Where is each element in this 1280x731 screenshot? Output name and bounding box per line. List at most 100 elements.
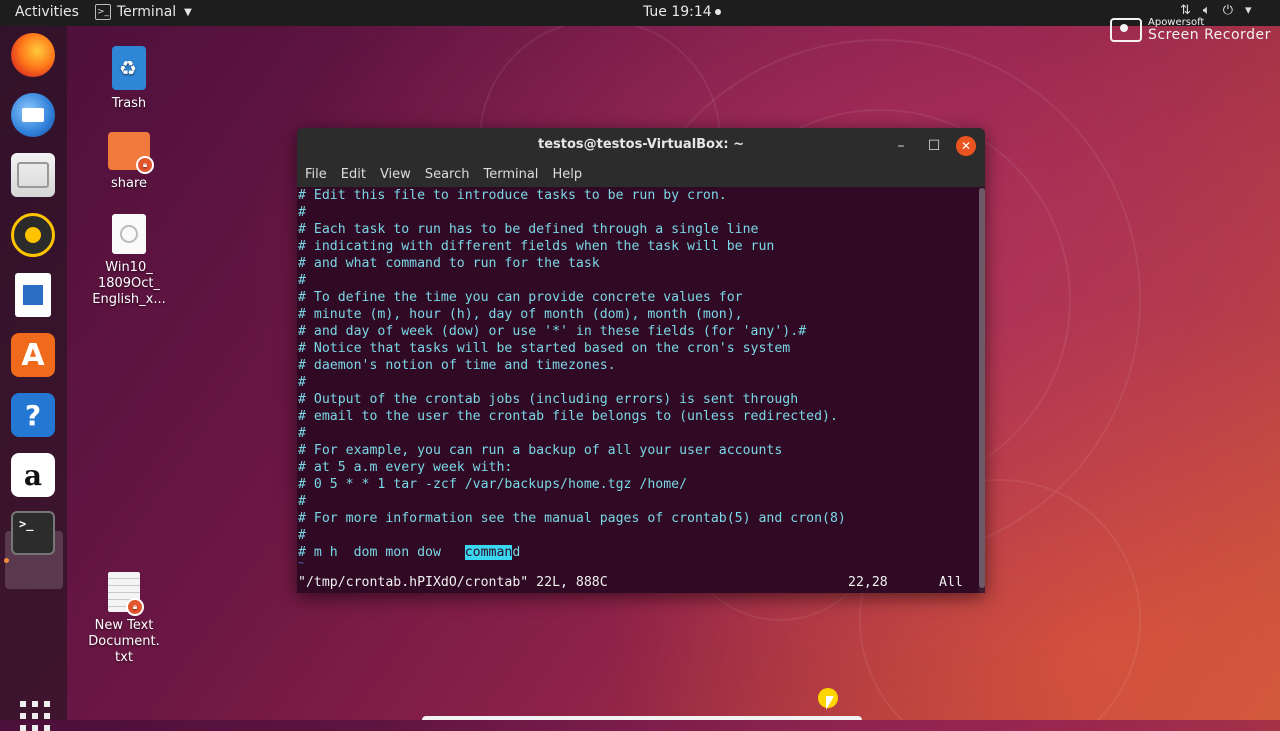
term-line: # For example, you can run a backup of a… bbox=[298, 443, 783, 458]
term-line: # daemon's notion of time and timezones. bbox=[298, 358, 616, 373]
menu-search[interactable]: Search bbox=[425, 163, 478, 187]
term-line: # minute (m), hour (h), day of month (do… bbox=[298, 307, 743, 322]
music-icon bbox=[11, 213, 55, 257]
maximize-icon: ☐ bbox=[927, 138, 941, 154]
dock-thunderbird[interactable] bbox=[11, 93, 57, 139]
vim-status-position: 22,28 bbox=[848, 575, 888, 590]
term-line: # bbox=[298, 494, 306, 509]
caret-down-icon: ▼ bbox=[184, 6, 192, 18]
dock-writer[interactable] bbox=[11, 273, 57, 319]
term-line: # and day of week (dow) or use '*' in th… bbox=[298, 324, 807, 339]
disc-image-icon bbox=[112, 214, 146, 254]
menu-view[interactable]: View bbox=[380, 163, 419, 187]
term-line: # bbox=[298, 528, 306, 543]
term-line: # email to the user the crontab file bel… bbox=[298, 409, 838, 424]
dock: A ? a >_ bbox=[0, 26, 67, 731]
clock[interactable]: Tue 19:14 bbox=[643, 4, 721, 20]
term-line: # For more information see the manual pa… bbox=[298, 511, 846, 526]
desktop-share-folder[interactable]: 🔒︎ share bbox=[84, 128, 174, 192]
minimize-icon: – bbox=[897, 138, 905, 154]
app-menu[interactable]: >_ Terminal ▼ bbox=[95, 4, 192, 20]
power-icon: ⏻ bbox=[1222, 3, 1234, 18]
close-button[interactable]: ✕ bbox=[956, 136, 976, 156]
terminal-scrollbar[interactable] bbox=[979, 188, 985, 593]
desktop-trash[interactable]: Trash bbox=[84, 46, 174, 112]
desktop-textdoc-label-3: txt bbox=[115, 650, 133, 665]
volume-icon: 🔈︎ bbox=[1202, 3, 1211, 18]
term-line: # bbox=[298, 375, 306, 390]
menu-file[interactable]: File bbox=[305, 163, 335, 187]
trash-icon bbox=[112, 46, 146, 90]
maximize-button[interactable]: ☐ bbox=[924, 136, 944, 156]
terminal-text-area[interactable]: # Edit this file to introduce tasks to b… bbox=[297, 187, 977, 593]
recorder-watermark: Apowersoft Screen Recorder bbox=[1110, 18, 1271, 42]
dock-terminal[interactable]: >_ bbox=[11, 511, 57, 557]
terminal-window[interactable]: testos@testos-VirtualBox: ~ – ☐ ✕ File E… bbox=[297, 128, 985, 593]
desktop-share-label: share bbox=[110, 176, 148, 191]
term-line: # bbox=[298, 205, 306, 220]
term-line: # Edit this file to introduce tasks to b… bbox=[298, 188, 727, 203]
dock-files[interactable] bbox=[11, 153, 57, 199]
desktop-textdoc-label-1: New Text bbox=[94, 618, 154, 633]
term-line: # indicating with different fields when … bbox=[298, 239, 775, 254]
amazon-icon: a bbox=[11, 453, 55, 497]
menu-terminal[interactable]: Terminal bbox=[483, 163, 546, 187]
desktop-iso-label-2: 1809Oct_ bbox=[97, 276, 161, 291]
window-titlebar[interactable]: testos@testos-VirtualBox: ~ – ☐ ✕ bbox=[297, 128, 985, 163]
cron-header-suffix: d bbox=[512, 545, 521, 560]
document-icon bbox=[15, 273, 51, 317]
term-line: # Each task to run has to be defined thr… bbox=[298, 222, 759, 237]
terminal-menubar: File Edit View Search Terminal Help bbox=[297, 163, 985, 187]
system-tray[interactable]: ⇅ 🔈︎ ⏻ ▾ bbox=[1180, 3, 1252, 18]
cron-header-prefix: # m h dom mon dow bbox=[298, 545, 465, 560]
dock-rhythmbox[interactable] bbox=[11, 213, 57, 259]
terminal-app-icon: >_ bbox=[95, 4, 111, 20]
close-icon: ✕ bbox=[960, 139, 972, 153]
running-indicator-icon bbox=[4, 558, 9, 563]
term-line: # Output of the crontab jobs (including … bbox=[298, 392, 799, 407]
network-icon: ⇅ bbox=[1180, 3, 1191, 18]
term-line-cron-header: # m h dom mon dow command bbox=[298, 544, 520, 561]
text-file-icon: 🔒︎ bbox=[108, 572, 144, 616]
minimize-button[interactable]: – bbox=[891, 136, 911, 156]
desktop-text-document[interactable]: 🔒︎ New Text Document. txt bbox=[79, 572, 169, 666]
top-bar: Activities >_ Terminal ▼ Tue 19:14 ⇅ 🔈︎ … bbox=[0, 0, 1280, 26]
term-line: # bbox=[298, 273, 306, 288]
watermark-product: Screen Recorder bbox=[1148, 27, 1271, 43]
dock-firefox[interactable] bbox=[11, 33, 57, 79]
show-applications-icon[interactable] bbox=[20, 701, 50, 731]
desktop-iso-file[interactable]: Win10_ 1809Oct_ English_x... bbox=[84, 214, 174, 308]
folder-icon: 🔒︎ bbox=[108, 132, 154, 174]
clock-text: Tue 19:14 bbox=[643, 4, 712, 20]
notification-dot-icon bbox=[714, 9, 721, 15]
desktop-trash-label: Trash bbox=[111, 96, 147, 111]
store-icon: A bbox=[11, 333, 55, 377]
desktop-textdoc-label-2: Document. bbox=[88, 634, 160, 649]
term-line: # and what command to run for the task bbox=[298, 256, 600, 271]
term-line: # bbox=[298, 426, 306, 441]
term-line: # Notice that tasks will be started base… bbox=[298, 341, 791, 356]
desktop-iso-label-3: English_x... bbox=[92, 292, 166, 307]
help-icon: ? bbox=[11, 393, 55, 437]
firefox-icon bbox=[11, 33, 55, 77]
camera-icon bbox=[1110, 18, 1142, 42]
desktop-iso-label-1: Win10_ bbox=[105, 260, 153, 275]
dock-amazon[interactable]: a bbox=[11, 453, 57, 499]
scrollbar-thumb[interactable] bbox=[979, 188, 985, 588]
app-menu-label: Terminal bbox=[117, 4, 177, 20]
empty-line-tilde: ~ bbox=[298, 558, 305, 569]
menu-help[interactable]: Help bbox=[552, 163, 590, 187]
lock-icon: 🔒︎ bbox=[126, 598, 144, 616]
files-icon bbox=[11, 153, 55, 197]
lock-icon: 🔒︎ bbox=[136, 156, 154, 174]
terminal-icon: >_ bbox=[11, 511, 55, 555]
mouse-pointer-icon bbox=[826, 696, 834, 710]
search-highlight: comman bbox=[464, 545, 513, 560]
activities-button[interactable]: Activities bbox=[15, 4, 79, 20]
term-line: # 0 5 * * 1 tar -zcf /var/backups/home.t… bbox=[298, 477, 688, 492]
tray-caret-icon: ▾ bbox=[1245, 3, 1252, 18]
menu-edit[interactable]: Edit bbox=[341, 163, 374, 187]
dock-software[interactable]: A bbox=[11, 333, 57, 379]
mail-icon bbox=[11, 93, 55, 137]
dock-help[interactable]: ? bbox=[11, 393, 57, 439]
